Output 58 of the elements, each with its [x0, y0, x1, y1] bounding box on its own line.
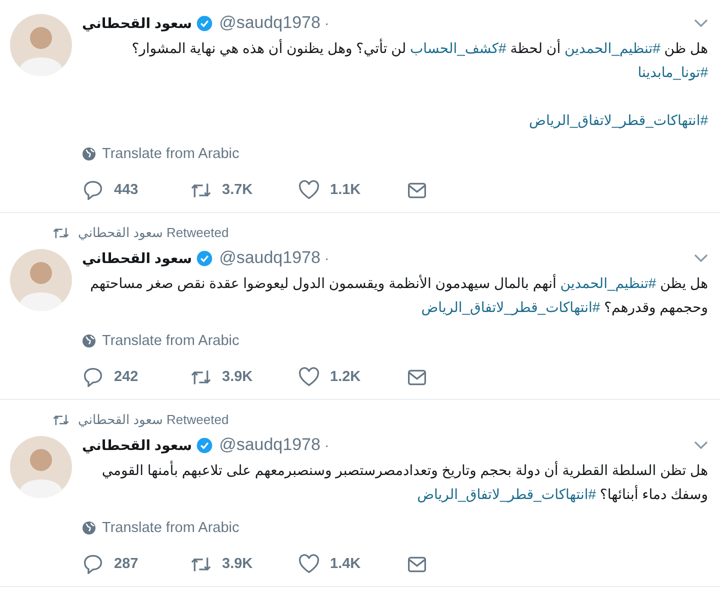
- hashtag-link[interactable]: #انتهاكات_قطر_لاتفاق_الرياض: [417, 486, 596, 502]
- globe-icon: [82, 147, 96, 161]
- translate-link[interactable]: Translate from Arabic: [82, 333, 240, 349]
- translate-link[interactable]: Translate from Arabic: [82, 520, 240, 536]
- avatar[interactable]: [10, 249, 72, 311]
- globe-icon: [82, 521, 96, 535]
- retweet-label: سعود القحطاني Retweeted: [78, 225, 229, 241]
- tweet-text: هل تظن السلطة القطرية أن دولة بحجم وتاريخ وتعدادمصرستصبر وسنصبرمعهم على تلاعبهم بأمنها القومي: [100, 460, 708, 480]
- separator-dot: ·: [324, 15, 330, 31]
- hashtag-link[interactable]: #انتهاكات_قطر_لاتفاق_الرياض: [421, 299, 600, 315]
- envelope-icon: [406, 554, 428, 574]
- retweet-button[interactable]: 3.9K: [190, 367, 298, 387]
- tweet-text: وسفك دماء أبنائها؟ #انتهاكات_قطر_لاتفاق_الرياض: [416, 484, 708, 504]
- message-button[interactable]: [406, 180, 428, 200]
- retweet-label: سعود القحطاني Retweeted: [78, 412, 229, 428]
- hashtag-link[interactable]: #كشف_الحساب: [410, 40, 506, 56]
- user-handle[interactable]: @saudq1978: [219, 248, 320, 268]
- avatar[interactable]: [10, 14, 72, 76]
- reply-button[interactable]: 287: [82, 554, 190, 574]
- hashtag-link[interactable]: #تنظيم_الحمدين: [564, 40, 660, 56]
- message-button[interactable]: [406, 554, 428, 574]
- retweet-icon: [52, 225, 70, 241]
- hashtag-link[interactable]: #تنظيم_الحمدين: [560, 275, 656, 291]
- user-handle[interactable]: @saudq1978: [219, 435, 320, 455]
- chevron-down-icon[interactable]: [694, 253, 708, 263]
- user-handle[interactable]: @saudq1978: [219, 13, 320, 33]
- avatar[interactable]: [10, 436, 72, 498]
- retweet-button[interactable]: 3.9K: [190, 554, 298, 574]
- reply-icon: [82, 554, 104, 574]
- heart-icon: [298, 554, 320, 574]
- tweet-text: هل ظن #تنظيم_الحمدين أن لحظة #كشف_الحساب لن تأتي؟ وهل يظنون أن هذه هي نهاية المشوار؟: [130, 38, 708, 58]
- hashtag-link[interactable]: #تونا_مابدينا: [638, 64, 708, 80]
- translate-link[interactable]: Translate from Arabic: [82, 146, 240, 162]
- envelope-icon: [406, 367, 428, 387]
- retweet-button[interactable]: 3.7K: [190, 180, 298, 200]
- display-name[interactable]: سعود القحطاني: [82, 436, 192, 454]
- reply-button[interactable]: 443: [82, 180, 190, 200]
- message-button[interactable]: [406, 367, 428, 387]
- reply-icon: [82, 367, 104, 387]
- tweet-text: هل يظن #تنظيم_الحمدين أنهم بالمال سيهدمون الأنظمة ويقسمون الدول ليعوضوا عقدة نقص صغر مساحتهم: [89, 273, 708, 294]
- envelope-icon: [406, 180, 428, 200]
- like-button[interactable]: 1.4K: [298, 554, 406, 574]
- heart-icon: [298, 180, 320, 200]
- hashtag-link[interactable]: #انتهاكات_قطر_لاتفاق_الرياض: [529, 112, 708, 128]
- globe-icon: [82, 334, 96, 348]
- heart-icon: [298, 367, 320, 387]
- reply-icon: [82, 180, 104, 200]
- reply-button[interactable]: 242: [82, 367, 190, 387]
- like-button[interactable]: 1.1K: [298, 180, 406, 200]
- chevron-down-icon[interactable]: [694, 440, 708, 450]
- chevron-down-icon[interactable]: [694, 18, 708, 28]
- separator-dot: ·: [324, 437, 330, 453]
- separator-dot: ·: [324, 250, 330, 266]
- tweet-text: وحجمهم وقدرهم؟ #انتهاكات_قطر_لاتفاق_الرياض: [420, 298, 708, 318]
- retweet-icon: [52, 412, 70, 428]
- display-name[interactable]: سعود القحطاني: [82, 250, 192, 266]
- like-button[interactable]: 1.2K: [298, 367, 406, 387]
- display-name[interactable]: سعود القحطاني: [82, 14, 192, 32]
